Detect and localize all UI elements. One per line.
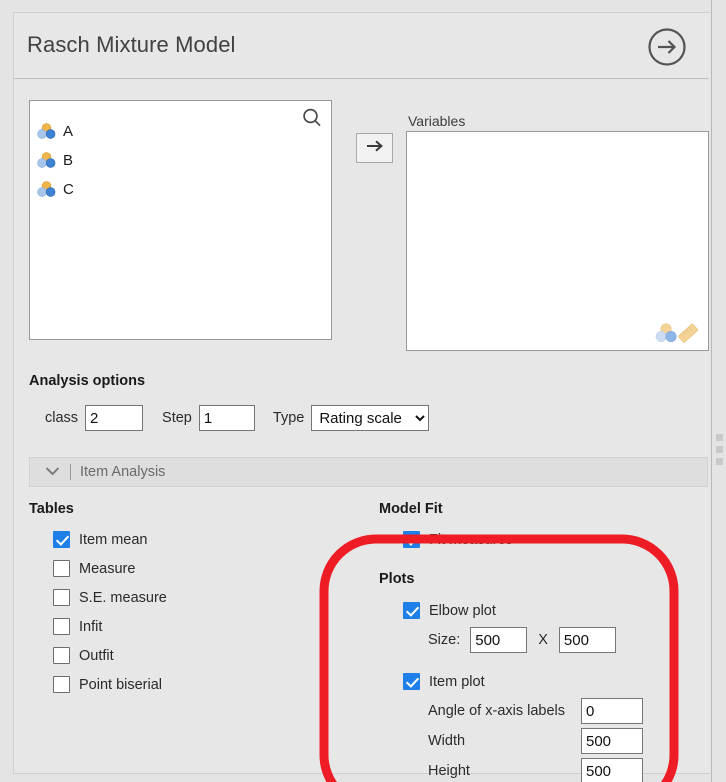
- checkbox-point-biserial[interactable]: Point biserial: [53, 676, 162, 693]
- type-select[interactable]: Rating scale: [311, 405, 430, 431]
- checkbox-indicator[interactable]: [53, 647, 70, 664]
- analysis-panel: Rasch Mixture Model A B C Variables Anal…: [13, 12, 710, 782]
- elbow-size-row: Size: X: [428, 627, 616, 653]
- item-angle-label: Angle of x-axis labels: [428, 703, 566, 719]
- checkbox-indicator[interactable]: [53, 589, 70, 606]
- checkbox-infit[interactable]: Infit: [53, 618, 102, 635]
- checkbox-indicator[interactable]: [53, 676, 70, 693]
- item-angle-row: Angle of x-axis labels: [428, 698, 643, 724]
- checkbox-fit-measures[interactable]: Fit measures: [403, 531, 513, 548]
- checkbox-measure[interactable]: Measure: [53, 560, 135, 577]
- search-icon[interactable]: [301, 107, 323, 129]
- plots-heading: Plots: [379, 571, 415, 587]
- checkbox-indicator[interactable]: [403, 673, 420, 690]
- list-item[interactable]: A: [37, 119, 73, 143]
- item-width-input[interactable]: [581, 728, 643, 754]
- drag-grip-icon[interactable]: [716, 434, 723, 465]
- checkbox-label: S.E. measure: [79, 589, 167, 606]
- step-label: Step: [162, 410, 192, 426]
- arrow-right-circle-icon[interactable]: [647, 27, 687, 67]
- elbow-x-label: X: [538, 632, 548, 648]
- checkbox-indicator[interactable]: [403, 602, 420, 619]
- list-item-label: C: [63, 180, 74, 198]
- step-input[interactable]: [198, 405, 255, 431]
- item-analysis-label: Item Analysis: [80, 464, 166, 480]
- item-height-label: Height: [428, 763, 470, 779]
- elbow-width-input[interactable]: [470, 627, 528, 653]
- list-item-label: B: [63, 151, 74, 169]
- checkbox-label: Fit measures: [429, 531, 513, 548]
- checkbox-indicator[interactable]: [403, 531, 420, 548]
- checkbox-label: Item mean: [79, 531, 148, 548]
- arrow-right-icon: [365, 139, 385, 158]
- checkbox-label: Item plot: [429, 673, 485, 690]
- list-item[interactable]: B: [37, 148, 73, 172]
- panel-splitter[interactable]: [711, 0, 712, 782]
- page-title: Rasch Mixture Model: [27, 32, 236, 57]
- transfer-to-variables-button[interactable]: [356, 133, 393, 163]
- checkbox-label: Elbow plot: [429, 602, 496, 619]
- checkbox-indicator[interactable]: [53, 618, 70, 635]
- elbow-height-input[interactable]: [558, 627, 616, 653]
- checkbox-se-measure[interactable]: S.E. measure: [53, 589, 167, 606]
- item-height-row: Height: [428, 758, 643, 782]
- analysis-options-row: class Step Type Rating scale: [45, 405, 430, 431]
- item-analysis-section-header[interactable]: Item Analysis: [29, 457, 708, 487]
- checkbox-elbow-plot[interactable]: Elbow plot: [403, 602, 496, 619]
- checkbox-outfit[interactable]: Outfit: [53, 647, 114, 664]
- checkbox-label: Outfit: [79, 647, 114, 664]
- list-item-label: A: [63, 122, 74, 140]
- checkbox-item-plot[interactable]: Item plot: [403, 673, 485, 690]
- checkbox-indicator[interactable]: [53, 531, 70, 548]
- variables-drop-box[interactable]: [406, 131, 709, 351]
- divider: [70, 464, 71, 480]
- analysis-options-heading: Analysis options: [29, 373, 146, 389]
- item-height-input[interactable]: [581, 758, 643, 782]
- checkbox-label: Infit: [79, 618, 103, 635]
- item-angle-input[interactable]: [581, 698, 643, 724]
- panel-header: Rasch Mixture Model: [14, 13, 709, 79]
- checkbox-label: Point biserial: [79, 676, 163, 693]
- checkbox-label: Measure: [79, 560, 136, 577]
- checkbox-indicator[interactable]: [53, 560, 70, 577]
- item-width-row: Width: [428, 728, 643, 754]
- item-width-label: Width: [428, 733, 466, 749]
- class-input[interactable]: [85, 405, 144, 431]
- nominal-variable-icon: [37, 123, 56, 139]
- variables-box-label: Variables: [408, 113, 466, 129]
- nominal-variable-icon: [37, 152, 56, 168]
- variable-supplier-list[interactable]: A B C: [29, 100, 332, 340]
- elbow-size-label: Size:: [428, 632, 461, 648]
- nominal-and-continuous-icon: [655, 321, 701, 345]
- list-item[interactable]: C: [37, 177, 74, 201]
- nominal-variable-icon: [37, 181, 56, 197]
- chevron-down-icon: [45, 463, 60, 481]
- analysis-options-panel-root: Rasch Mixture Model A B C Variables Anal…: [0, 0, 726, 782]
- type-label: Type: [272, 410, 305, 426]
- checkbox-item-mean[interactable]: Item mean: [53, 531, 148, 548]
- model-fit-heading: Model Fit: [379, 501, 443, 517]
- class-label: class: [45, 410, 79, 426]
- tables-heading: Tables: [29, 501, 74, 517]
